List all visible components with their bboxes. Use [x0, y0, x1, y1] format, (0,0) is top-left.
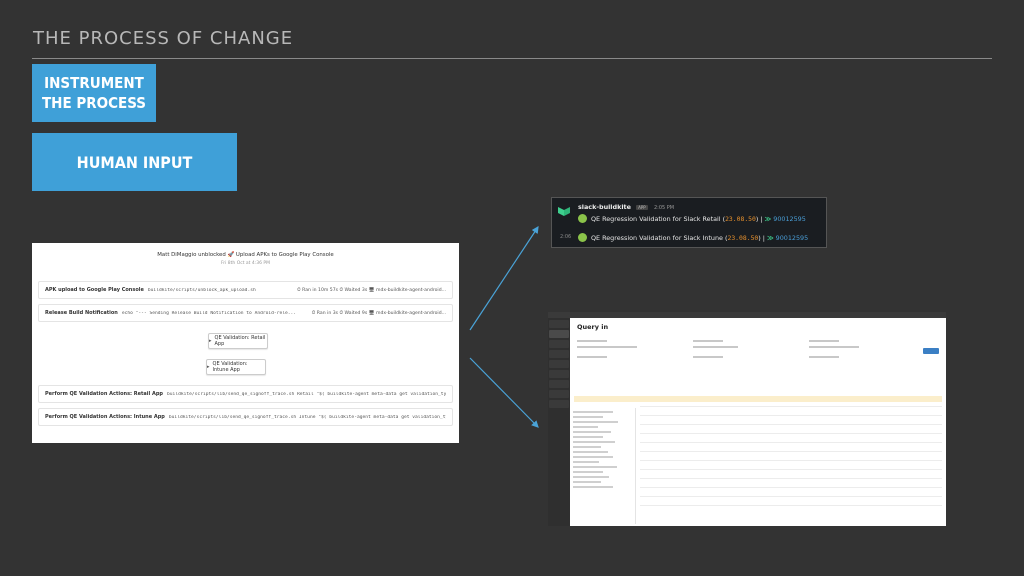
arrow-to-slack: [469, 225, 539, 331]
flow-arrows: [469, 225, 539, 428]
arrow-to-query: [469, 357, 539, 428]
